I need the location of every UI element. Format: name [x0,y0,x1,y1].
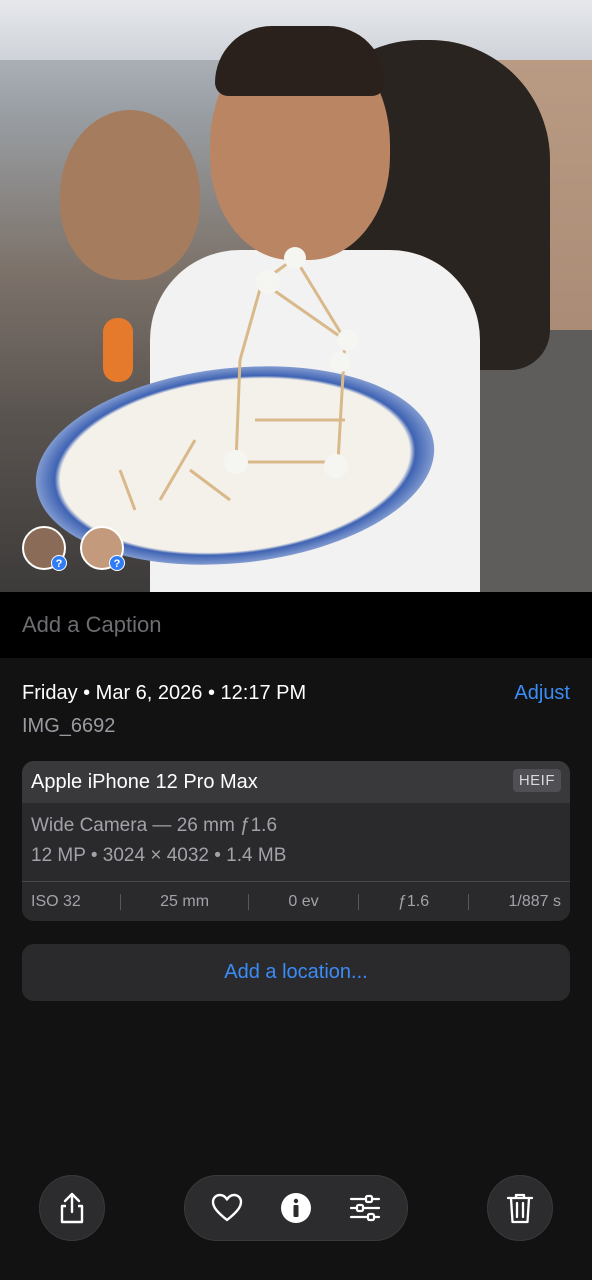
edit-adjust-button[interactable] [340,1183,390,1233]
info-icon [280,1193,311,1223]
share-button[interactable] [39,1175,105,1241]
face-thumbnail[interactable]: ? [22,526,67,571]
camera-model: Apple iPhone 12 Pro Max [31,771,258,793]
adjust-date-button[interactable]: Adjust [514,682,570,705]
exif-exposure-value: 0 ev [288,892,319,910]
divider [119,893,121,910]
adjust-icon [349,1194,380,1222]
image-details: 12 MP • 3024 × 4032 • 1.4 MB [31,845,287,866]
capture-date: Friday • Mar 6, 2026 • 12:17 PM [22,682,307,704]
lens-info: Wide Camera — 26 mm ƒ1.6 [31,815,278,836]
heart-icon [212,1193,243,1222]
camera-info-card: Apple iPhone 12 Pro Max HEIF Wide Camera… [22,761,570,921]
caption-placeholder: Add a Caption [22,612,162,637]
info-button[interactable] [271,1183,321,1233]
unknown-face-badge: ? [109,555,125,571]
format-badge: HEIF [512,769,561,792]
exif-aperture: ƒ1.6 [398,892,430,910]
trash-icon [506,1193,534,1224]
delete-button[interactable] [487,1175,553,1241]
unknown-face-badge: ? [51,555,67,571]
share-icon [60,1192,84,1224]
exif-focal-length: 25 mm [160,892,210,910]
divider [468,893,470,910]
photo[interactable]: ? ? [0,0,592,592]
exif-shutter-speed: 1/887 s [508,892,561,910]
divider [248,893,250,910]
toolbar-pill [184,1175,408,1241]
favorite-button[interactable] [202,1183,252,1233]
camera-header: Apple iPhone 12 Pro Max HEIF [22,761,570,803]
divider [357,893,359,910]
file-name: IMG_6692 [22,715,116,737]
face-thumbnail[interactable]: ? [80,526,125,571]
exif-iso: ISO 32 [31,892,81,910]
caption-field[interactable]: Add a Caption [0,592,592,658]
exif-row: ISO 32 25 mm 0 ev ƒ1.6 1/887 s [22,882,570,921]
add-location-button[interactable]: Add a location... [22,944,570,1001]
